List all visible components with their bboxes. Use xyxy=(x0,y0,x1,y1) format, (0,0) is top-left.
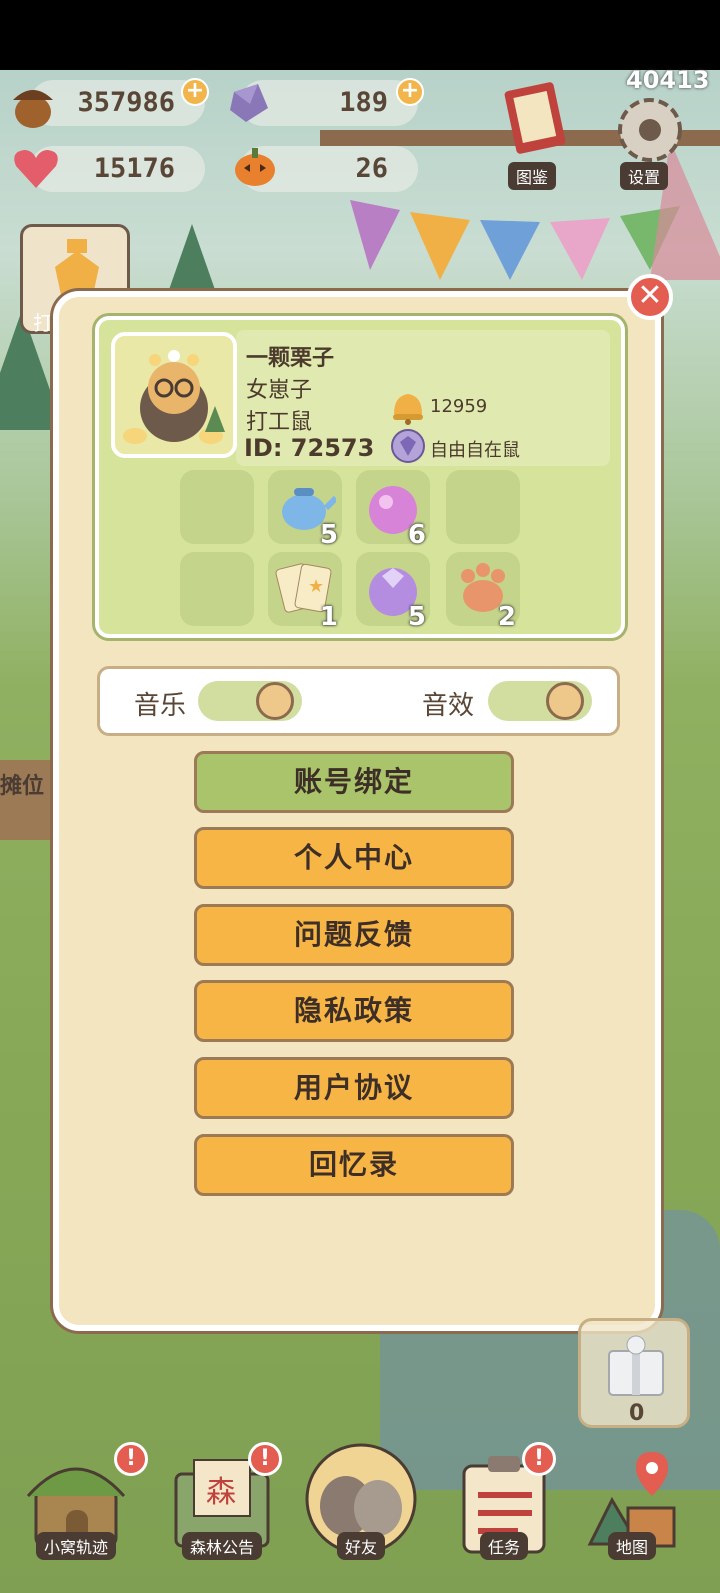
item-slot[interactable]: 6 xyxy=(356,470,430,550)
nav-friends-button[interactable]: 好友 xyxy=(304,1442,418,1560)
personal-center-button[interactable]: 个人中心 xyxy=(194,827,514,889)
svg-text:森: 森 xyxy=(206,1475,236,1510)
user-agreement-button[interactable]: 用户协议 xyxy=(194,1057,514,1119)
audio-toggles: 音乐 音效 xyxy=(97,666,620,736)
diamond-badge-icon xyxy=(391,429,425,463)
player-title: 打工鼠 xyxy=(246,410,313,435)
acorn-icon xyxy=(13,90,53,128)
sfx-label: 音效 xyxy=(422,691,475,721)
memoir-button[interactable]: 回忆录 xyxy=(194,1134,514,1196)
settings-button[interactable]: 设置 xyxy=(610,92,690,192)
player-name: 一颗栗子 xyxy=(246,346,335,371)
alert-badge: ! xyxy=(248,1442,282,1476)
player-id: ID: 72573 xyxy=(244,434,375,462)
item-slot[interactable]: 5 xyxy=(356,552,430,632)
item-slot[interactable]: ★ 1 xyxy=(268,552,342,632)
alert-badge: ! xyxy=(114,1442,148,1476)
gift-icon xyxy=(608,1335,664,1396)
close-button[interactable]: ✕ xyxy=(627,274,673,320)
alert-badge: ! xyxy=(522,1442,556,1476)
nav-forest-button[interactable]: 森 森林公告 ! xyxy=(168,1442,282,1560)
nav-map-button[interactable]: 地图 xyxy=(578,1448,686,1560)
bell-icon xyxy=(393,394,423,425)
item-slot[interactable]: 5 xyxy=(268,470,342,550)
gear-icon xyxy=(618,98,682,162)
account-binding-button[interactable]: 账号绑定 xyxy=(194,751,514,813)
gift-box-button[interactable]: 0 xyxy=(578,1318,690,1428)
nav-nest-button[interactable]: 小窝轨迹 ! xyxy=(22,1442,148,1560)
item-slot-empty[interactable] xyxy=(180,552,254,626)
collection-button[interactable]: 图鉴 xyxy=(498,80,578,190)
crystal-plus-button[interactable]: + xyxy=(396,78,424,106)
badge-name: 自由自在鼠 xyxy=(430,440,520,461)
nav-tasks-button[interactable]: 任务 ! xyxy=(450,1442,558,1560)
avatar[interactable] xyxy=(111,332,237,458)
player-gender: 女崽子 xyxy=(246,378,313,403)
item-slot-empty[interactable] xyxy=(180,470,254,544)
stall-label: 摊位 xyxy=(0,774,45,799)
svg-text:★: ★ xyxy=(308,576,324,597)
music-toggle-knob[interactable] xyxy=(256,682,294,720)
book-icon xyxy=(504,82,566,154)
feedback-button[interactable]: 问题反馈 xyxy=(194,904,514,966)
bell-count: 12959 xyxy=(430,396,488,417)
gift-count: 0 xyxy=(629,1401,645,1426)
hamster-avatar-icon xyxy=(123,350,225,444)
tree-back xyxy=(166,224,218,296)
sfx-toggle-knob[interactable] xyxy=(546,682,584,720)
item-slot-empty[interactable] xyxy=(446,470,520,544)
acorn-plus-button[interactable]: + xyxy=(181,78,209,106)
music-label: 音乐 xyxy=(134,691,187,721)
crystal-icon xyxy=(230,84,268,122)
pumpkin-icon xyxy=(235,148,275,186)
heart-icon xyxy=(14,150,58,188)
music-toggle[interactable] xyxy=(198,681,302,721)
close-icon: ✕ xyxy=(637,278,663,313)
privacy-policy-button[interactable]: 隐私政策 xyxy=(194,980,514,1042)
top-right-counter: 40413 xyxy=(626,66,710,94)
item-slot[interactable]: 2 xyxy=(446,552,520,632)
sfx-toggle[interactable] xyxy=(488,681,592,721)
hud: 357986 + 189 + 15176 26 40413 图鉴 设置 xyxy=(0,66,720,198)
